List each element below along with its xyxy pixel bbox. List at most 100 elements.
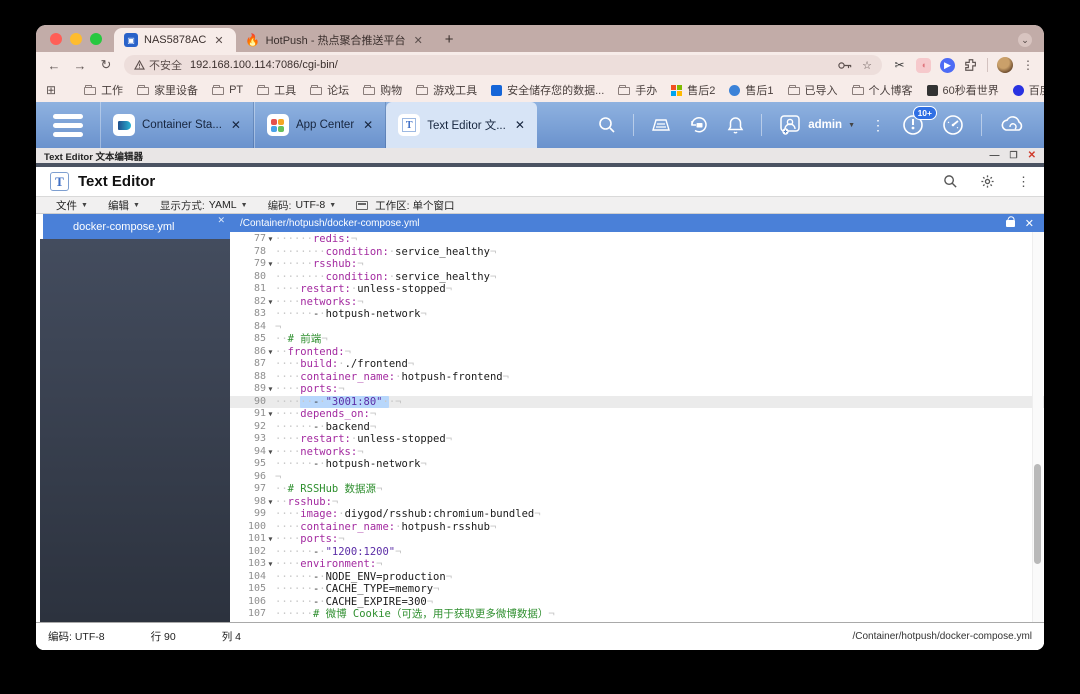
taskbar-tab-text-editor[interactable]: T Text Editor 文... ✕	[386, 102, 537, 148]
security-chip[interactable]: 不安全	[134, 57, 182, 73]
code-line-94[interactable]: 94 ▼ ····networks:¬	[230, 446, 1044, 459]
browser-menu-icon[interactable]: ⋮	[1022, 58, 1034, 72]
bookmark-item[interactable]: 60秒看世界	[926, 82, 999, 98]
bookmark-item[interactable]: 百度一下，你就知道	[1012, 82, 1044, 98]
bookmark-item[interactable]: 游戏工具	[416, 82, 477, 98]
sidebar-file-item[interactable]: docker-compose.yml ✕	[40, 214, 230, 239]
bookmark-star-icon[interactable]: ☆	[862, 59, 872, 72]
bookmark-item[interactable]: 工具	[257, 82, 296, 98]
bookmark-item[interactable]: PT	[212, 84, 243, 96]
close-button[interactable]: ✕	[1028, 150, 1036, 161]
code-line-77[interactable]: 77 ▼ ······redis:¬	[230, 233, 1044, 246]
forward-button[interactable]: →	[72, 58, 88, 73]
search-icon[interactable]	[597, 115, 617, 135]
bookmark-item[interactable]: 论坛	[310, 82, 349, 98]
fold-arrow-icon[interactable]: ▼	[266, 258, 275, 271]
fold-arrow-icon[interactable]: ▼	[266, 446, 275, 459]
code-line-85[interactable]: 85 ··# 前端¬	[230, 333, 1044, 346]
code-line-86[interactable]: 86 ▼ ··frontend:¬	[230, 346, 1044, 359]
maximize-button[interactable]: ❐	[1010, 150, 1018, 161]
close-tab-icon[interactable]: ✕	[515, 118, 525, 132]
reload-button[interactable]: ↻	[98, 57, 114, 73]
minimize-window-button[interactable]	[70, 33, 82, 45]
menu-workspace[interactable]: 工作区: 单个窗口	[348, 198, 462, 213]
tab-search-icon[interactable]: ⌄	[1018, 33, 1032, 47]
code-line-95[interactable]: 95 ······-·hotpush-network¬	[230, 458, 1044, 471]
bookmark-item[interactable]: 售后1	[729, 82, 774, 98]
menu-file[interactable]: 文件 ▼	[48, 198, 96, 213]
fold-arrow-icon[interactable]: ▼	[266, 233, 275, 246]
fold-arrow-icon[interactable]: ▼	[266, 533, 275, 546]
code-line-98[interactable]: 98 ▼ ··rsshub:¬	[230, 496, 1044, 509]
code-line-99[interactable]: 99 ····image:·diygod/rsshub:chromium-bund…	[230, 508, 1044, 521]
resource-monitor-gauge-icon[interactable]	[941, 113, 965, 137]
task-progress-button[interactable]: 10+	[901, 106, 937, 137]
extensions-puzzle-icon[interactable]	[964, 58, 978, 72]
bookmark-item[interactable]: 安全储存您的数据...	[491, 82, 604, 98]
taskbar-tab-container-station[interactable]: Container Sta... ✕	[100, 102, 254, 148]
macos-traffic-lights[interactable]	[36, 33, 114, 52]
code-line-82[interactable]: 82 ▼ ····networks:¬	[230, 296, 1044, 309]
code-line-96[interactable]: 96 ¬	[230, 471, 1044, 484]
code-line-78[interactable]: 78 ········condition:·service_healthy¬	[230, 246, 1044, 259]
new-tab-button[interactable]: +	[435, 31, 464, 52]
bookmark-item[interactable]: 个人博客	[851, 82, 913, 98]
pink-extension-icon[interactable]: ◖	[916, 57, 931, 73]
main-menu-button[interactable]	[36, 102, 100, 148]
bookmark-item[interactable]: 工作	[84, 82, 123, 98]
code-line-84[interactable]: 84 ¬	[230, 321, 1044, 334]
code-line-104[interactable]: 104 ······-·NODE_ENV=production¬	[230, 571, 1044, 584]
code-line-100[interactable]: 100 ····container_name:·hotpush-rsshub¬	[230, 521, 1044, 534]
scrollbar-thumb[interactable]	[1034, 464, 1041, 564]
fold-arrow-icon[interactable]: ▼	[266, 346, 275, 359]
code-line-89[interactable]: 89 ▼ ····ports:¬	[230, 383, 1044, 396]
code-line-106[interactable]: 106 ······-·CACHE_EXPIRE=300¬	[230, 596, 1044, 609]
code-line-90[interactable]: 90 ······-·"3001:80"··¬	[230, 395, 1044, 408]
code-line-107[interactable]: 107 ······# 微博 Cookie（可选，用于获取更多微博数据）¬	[230, 608, 1044, 621]
fold-arrow-icon[interactable]: ▼	[266, 296, 275, 309]
more-menu-icon[interactable]: ⋮	[1017, 174, 1030, 190]
code-line-97[interactable]: 97 ··# RSSHub 数据源¬	[230, 483, 1044, 496]
settings-gear-icon[interactable]	[980, 174, 995, 189]
code-line-108[interactable]: 108 ······# - WEIBO_COOKIE=your_weibo_coo…	[230, 621, 1044, 623]
code-line-105[interactable]: 105 ······-·CACHE_TYPE=memory¬	[230, 583, 1044, 596]
code-line-101[interactable]: 101 ▼ ····ports:¬	[230, 533, 1044, 546]
browser-tab-hotpush[interactable]: 🔥 HotPush - 热点聚合推送平台 ✕	[236, 28, 435, 52]
window-titlebar[interactable]: Text Editor 文本编辑器 — ❐ ✕	[36, 148, 1044, 163]
profile-avatar[interactable]	[997, 57, 1013, 73]
back-button[interactable]: ←	[46, 58, 62, 73]
bookmark-item[interactable]: 家里设备	[137, 82, 198, 98]
close-tab-icon[interactable]: ✕	[212, 34, 225, 47]
taskbar-tab-app-center[interactable]: App Center ✕	[253, 102, 387, 148]
code-line-91[interactable]: 91 ▼ ····depends_on:¬	[230, 408, 1044, 421]
close-window-button[interactable]	[50, 33, 62, 45]
code-line-93[interactable]: 93 ····restart:·unless-stopped¬	[230, 433, 1044, 446]
bookmark-item[interactable]: 售后2	[671, 82, 715, 98]
close-tab-icon[interactable]: ✕	[363, 118, 373, 132]
code-line-81[interactable]: 81 ····restart:·unless-stopped¬	[230, 283, 1044, 296]
notifications-bell-icon[interactable]	[726, 115, 745, 135]
close-file-button[interactable]: ✕	[1025, 217, 1034, 230]
bookmark-item[interactable]: 已导入	[787, 82, 838, 98]
close-file-icon[interactable]: ✕	[217, 215, 225, 226]
fold-arrow-icon[interactable]: ▼	[266, 496, 275, 509]
fold-arrow-icon[interactable]: ▼	[266, 558, 275, 571]
file-path-bar[interactable]: /Container/hotpush/docker-compose.yml ✕	[230, 214, 1044, 232]
search-icon[interactable]	[943, 174, 958, 189]
unlock-icon[interactable]	[1005, 219, 1015, 227]
code-line-83[interactable]: 83 ······-·hotpush-network¬	[230, 308, 1044, 321]
code-line-80[interactable]: 80 ········condition:·service_healthy¬	[230, 271, 1044, 284]
background-tasks-icon[interactable]	[688, 115, 710, 135]
code-line-103[interactable]: 103 ▼ ····environment:¬	[230, 558, 1044, 571]
vertical-scrollbar[interactable]	[1032, 232, 1043, 622]
minimize-button[interactable]: —	[990, 150, 1000, 161]
code-line-87[interactable]: 87 ····build:·./frontend¬	[230, 358, 1044, 371]
fold-arrow-icon[interactable]: ▼	[266, 408, 275, 421]
close-tab-icon[interactable]: ✕	[231, 118, 241, 132]
menu-edit[interactable]: 编辑 ▼	[100, 198, 148, 213]
code-line-88[interactable]: 88 ····container_name:·hotpush-frontend¬	[230, 371, 1044, 384]
address-bar[interactable]: 不安全 192.168.100.114:7086/cgi-bin/ ☆	[124, 55, 882, 75]
close-tab-icon[interactable]: ✕	[412, 34, 425, 47]
myqnapcloud-icon[interactable]	[998, 114, 1026, 136]
show-desktop-icon[interactable]	[650, 116, 672, 134]
